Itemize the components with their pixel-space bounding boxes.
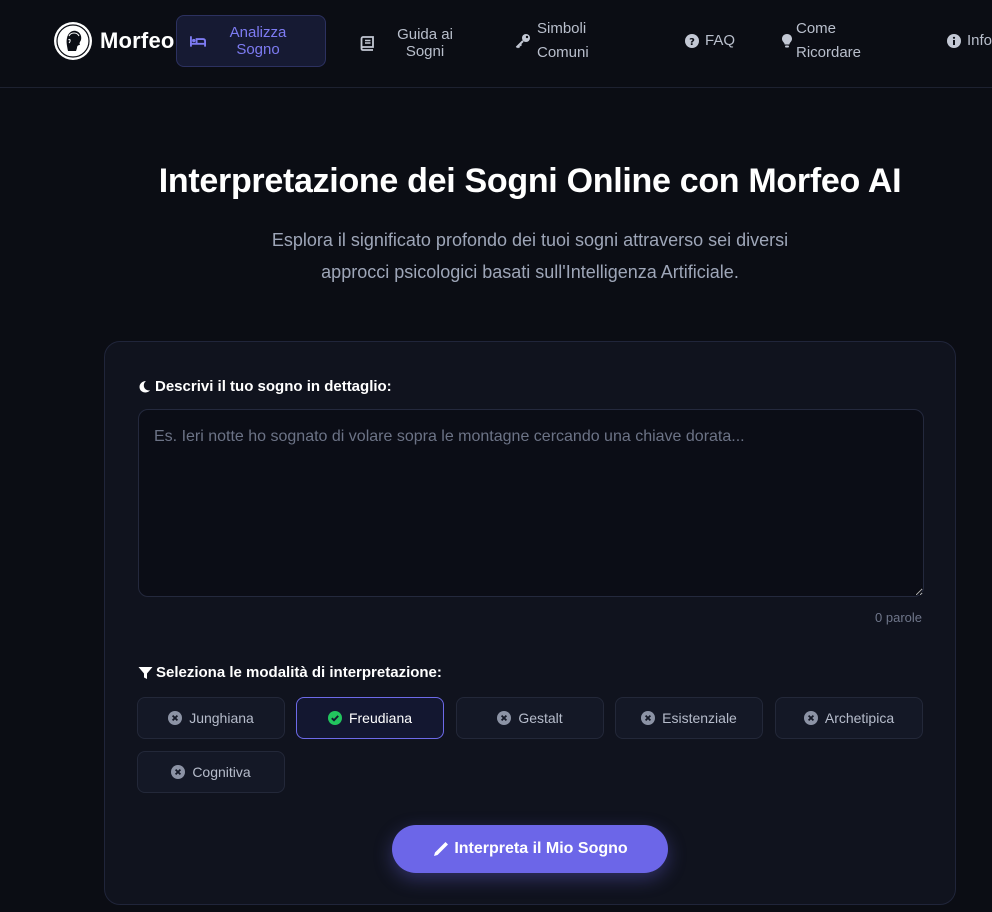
dream-form-card: Descrivi il tuo sogno in dettaglio: 0 pa… — [104, 341, 956, 905]
book-icon — [359, 35, 375, 51]
dream-description-textarea[interactable] — [138, 409, 924, 597]
interpret-dream-button-label: Interpreta il Mio Sogno — [454, 840, 628, 857]
mode-chip-gestalt[interactable]: Gestalt — [456, 697, 604, 739]
brand-logo[interactable]: Morfeo — [54, 22, 175, 60]
mode-chip-archetipica[interactable]: Archetipica — [775, 697, 923, 739]
moon-icon — [138, 380, 151, 393]
filter-icon — [138, 666, 153, 680]
nav-guida-ai-sogni-label: Guida ai Sogni — [397, 26, 453, 60]
nav-faq-label: FAQ — [705, 32, 736, 49]
info-circle-icon — [946, 33, 962, 49]
x-circle-icon — [171, 765, 186, 779]
dream-description-label: Descrivi il tuo sogno in dettaglio: — [138, 378, 392, 395]
morpheus-head-icon — [54, 22, 92, 60]
pen-icon — [432, 840, 450, 858]
mode-chip-freudiana-label: Freudiana — [348, 710, 413, 726]
dream-description-label-text: Descrivi il tuo sogno in dettaglio: — [155, 378, 392, 395]
check-circle-icon — [327, 711, 342, 725]
page-subtitle: Esplora il significato profondo dei tuoi… — [0, 224, 992, 288]
x-circle-icon — [168, 711, 183, 725]
word-count: 0 parole — [875, 610, 922, 625]
mode-chip-gestalt-label: Gestalt — [518, 710, 563, 726]
nav-come-ricordare[interactable]: Come Ricordare — [779, 17, 866, 65]
bed-icon — [190, 33, 206, 49]
key-icon — [515, 33, 531, 49]
svg-text:?: ? — [689, 37, 695, 48]
nav-simboli-comuni-label: Simboli Comuni — [537, 20, 589, 61]
x-circle-icon — [641, 711, 656, 725]
mode-chip-esistenziale[interactable]: Esistenziale — [615, 697, 763, 739]
page-title: Interpretazione dei Sogni Online con Mor… — [158, 162, 902, 200]
nav-simboli-comuni[interactable]: Simboli Comuni — [515, 17, 597, 65]
nav-come-ricordare-label: Come Ricordare — [796, 20, 862, 61]
mode-chip-freudiana[interactable]: Freudiana — [296, 697, 444, 739]
mode-chip-cognitiva-label: Cognitiva — [192, 764, 251, 780]
nav-guida-ai-sogni[interactable]: Guida ai Sogni — [359, 23, 455, 63]
nav-analizza-sogno-label: Analizza Sogno — [229, 24, 287, 58]
page-subtitle-line-1: Esplora il significato profondo dei tuoi… — [271, 230, 789, 250]
interpret-dream-button[interactable]: Interpreta il Mio Sogno — [392, 825, 668, 873]
x-circle-icon — [497, 711, 512, 725]
page-subtitle-line-2: approcci psicologici basati sull'Intelli… — [321, 262, 739, 282]
question-circle-icon: ? — [684, 33, 700, 49]
x-circle-icon — [803, 711, 818, 725]
lightbulb-icon — [779, 33, 795, 49]
brand-name: Morfeo — [100, 28, 175, 53]
nav-faq[interactable]: ? FAQ — [684, 29, 735, 53]
interpretation-modes-label: Seleziona le modalità di interpretazione… — [138, 664, 442, 681]
interpretation-modes-label-text: Seleziona le modalità di interpretazione… — [156, 664, 442, 681]
nav-info[interactable]: Info — [946, 29, 992, 53]
mode-chip-archetipica-label: Archetipica — [824, 710, 895, 726]
mode-chip-junghiana-label: Junghiana — [189, 710, 254, 726]
nav-analizza-sogno[interactable]: Analizza Sogno — [176, 15, 326, 67]
nav-info-label: Info — [967, 32, 992, 49]
top-navbar: Morfeo Analizza Sogno Guida ai Sogni Sim… — [0, 0, 992, 88]
mode-chip-esistenziale-label: Esistenziale — [662, 710, 737, 726]
mode-chip-junghiana[interactable]: Junghiana — [137, 697, 285, 739]
mode-chip-cognitiva[interactable]: Cognitiva — [137, 751, 285, 793]
